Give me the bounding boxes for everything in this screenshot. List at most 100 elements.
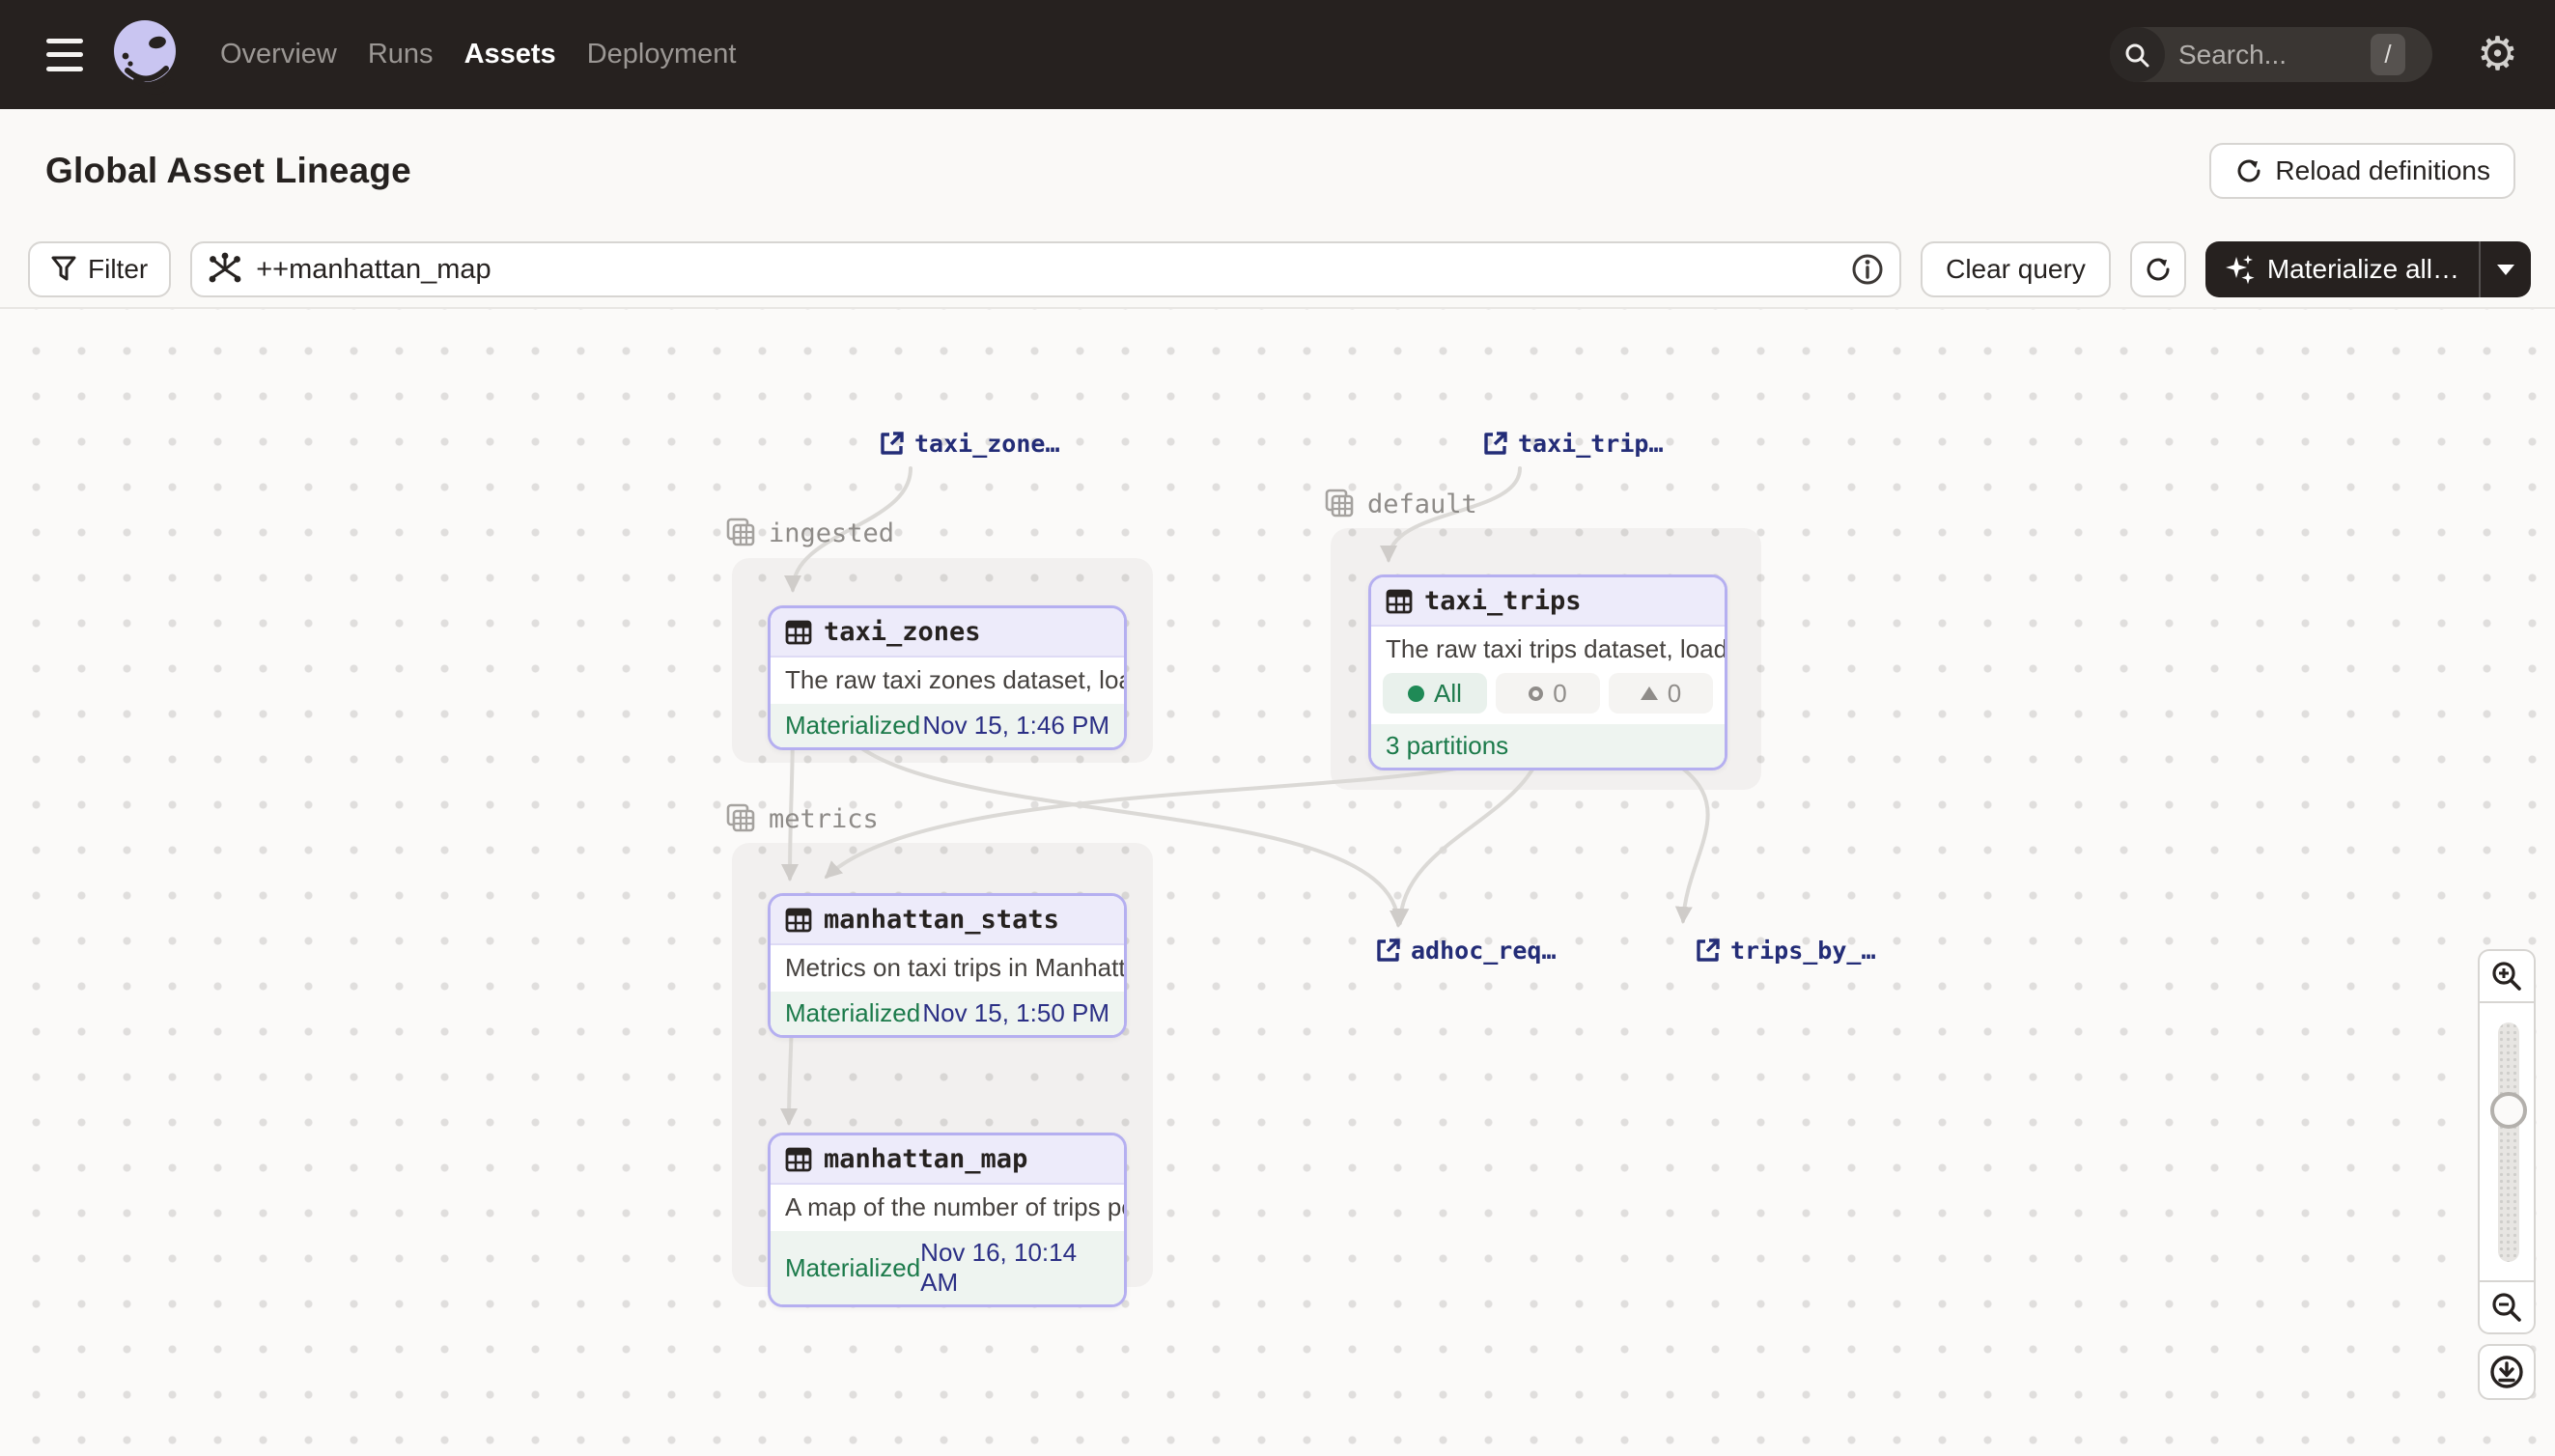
external-asset-link-trips-by[interactable]: trips_by_… [1695,937,1876,965]
asset-node-header: taxi_zones [771,608,1124,658]
asset-node-header: manhattan_map [771,1135,1124,1185]
external-asset-label: taxi_trip… [1518,430,1664,458]
asset-node-title: taxi_trips [1424,586,1582,616]
partition-health-row: All 0 0 [1371,673,1725,724]
external-link-icon [879,431,905,457]
external-asset-link-taxi-zone[interactable]: taxi_zone… [879,430,1060,458]
asset-selection-value: ++manhattan_map [256,254,1838,286]
group-table-icon [1325,489,1356,519]
materialization-timestamp[interactable]: Nov 15, 1:46 PM [922,711,1109,741]
materialize-all-label: Materialize all… [2267,254,2459,285]
search-input[interactable]: Search... / [2110,27,2432,82]
asset-node-title: taxi_zones [824,617,981,647]
asset-selection-input[interactable]: ++manhattan_map [190,241,1901,297]
asset-node-taxi-zones[interactable]: taxi_zones The raw taxi zones dataset, l… [768,605,1127,750]
table-icon [785,1146,812,1173]
asset-node-manhattan-map[interactable]: manhattan_map A map of the number of tri… [768,1133,1127,1307]
group-table-icon [726,803,757,834]
dagster-logo[interactable] [106,14,183,96]
group-table-icon [726,518,757,548]
filter-label: Filter [88,254,148,285]
lineage-edges [0,309,2555,1454]
page-header: Global Asset Lineage Reload definitions [0,109,2555,232]
partition-pill-label: 0 [1553,679,1566,709]
refresh-graph-button[interactable] [2130,241,2186,297]
asset-node-manhattan-stats[interactable]: manhattan_stats Metrics on taxi trips in… [768,893,1127,1038]
asset-node-description: The raw taxi zones dataset, loaded int..… [771,658,1124,704]
lineage-canvas[interactable]: ingested default metrics taxi_z [0,309,2555,1454]
asset-node-title: manhattan_map [824,1144,1027,1174]
partition-pill-missing[interactable]: 0 [1496,673,1600,714]
group-name: ingested [769,518,894,548]
asset-node-taxi-trips[interactable]: taxi_trips The raw taxi trips dataset, l… [1368,574,1727,770]
zoom-slider[interactable] [2478,1001,2536,1282]
clear-query-label: Clear query [1946,254,2086,285]
partitions-count[interactable]: 3 partitions [1386,731,1508,761]
asset-node-description: A map of the number of trips per taxi z.… [771,1185,1124,1231]
ring-icon [1529,686,1543,701]
arrow-down-circle-icon [2488,1354,2525,1390]
search-placeholder: Search... [2178,40,2287,70]
menu-button[interactable] [46,39,85,71]
zoom-out-icon [2490,1291,2523,1324]
status-badge: Materialized [785,1253,920,1283]
lineage-toolbar: Filter ++manhattan_map Clear query [0,232,2555,309]
search-shortcut-badge: / [2371,34,2405,75]
materialization-timestamp[interactable]: Nov 16, 10:14 AM [920,1238,1109,1298]
materialize-all-button[interactable]: Materialize all… [2205,241,2479,297]
asset-selector-icon [208,252,242,287]
asset-node-description: The raw taxi trips dataset, loaded into … [1371,627,1725,673]
asset-node-header: taxi_trips [1371,577,1725,627]
triangle-icon [1641,686,1658,700]
group-label-ingested[interactable]: ingested [726,518,894,548]
status-badge: Materialized [785,711,920,741]
external-link-icon [1375,938,1401,964]
reload-definitions-label: Reload definitions [2275,155,2490,186]
status-badge: Materialized [785,998,920,1028]
asset-node-footer: Materialized Nov 15, 1:50 PM [771,992,1124,1035]
materialize-all-split-button: Materialize all… [2205,241,2531,297]
clear-query-button[interactable]: Clear query [1921,241,2111,297]
nav-link-deployment[interactable]: Deployment [587,39,737,70]
external-link-icon [1482,431,1508,457]
asset-node-footer: Materialized Nov 15, 1:46 PM [771,704,1124,747]
sparkle-icon [2225,254,2256,285]
chevron-down-icon [2497,265,2514,275]
nav-link-runs[interactable]: Runs [368,39,434,70]
zoom-out-button[interactable] [2478,1280,2536,1334]
asset-node-footer: Materialized Nov 16, 10:14 AM [771,1231,1124,1304]
group-label-metrics[interactable]: metrics [726,803,879,834]
recenter-view-button[interactable] [2478,1344,2536,1400]
external-asset-label: trips_by_… [1730,937,1876,965]
top-navbar: Overview Runs Assets Deployment Search..… [0,0,2555,109]
reload-definitions-button[interactable]: Reload definitions [2209,143,2515,199]
filled-dot-icon [1408,686,1424,702]
partition-pill-failed[interactable]: 0 [1609,673,1713,714]
settings-gear-icon[interactable]: ⚙ [2477,32,2518,78]
materialize-dropdown-button[interactable] [2479,241,2531,297]
group-name: metrics [769,804,879,834]
nav-link-assets[interactable]: Assets [464,39,556,70]
asset-node-footer: 3 partitions [1371,724,1725,768]
group-name: default [1367,490,1477,519]
asset-node-title: manhattan_stats [824,905,1059,935]
external-asset-link-taxi-trip[interactable]: taxi_trip… [1482,430,1664,458]
nav-links: Overview Runs Assets Deployment [220,39,736,70]
partition-pill-materialized[interactable]: All [1383,673,1487,714]
zoom-slider-track[interactable] [2498,1022,2519,1262]
materialization-timestamp[interactable]: Nov 15, 1:50 PM [922,998,1109,1028]
zoom-in-icon [2490,960,2523,993]
refresh-icon [2144,255,2173,284]
external-link-icon [1695,938,1721,964]
zoom-slider-thumb[interactable] [2490,1092,2527,1129]
search-icon [2110,27,2165,82]
asset-node-description: Metrics on taxi trips in Manhattan [771,945,1124,992]
page-title: Global Asset Lineage [45,151,411,191]
table-icon [1386,588,1413,615]
group-label-default[interactable]: default [1325,489,1477,519]
query-info-icon[interactable] [1851,253,1884,286]
filter-button[interactable]: Filter [28,241,171,297]
zoom-in-button[interactable] [2478,949,2536,1003]
external-asset-link-adhoc-request[interactable]: adhoc_req… [1375,937,1557,965]
nav-link-overview[interactable]: Overview [220,39,337,70]
